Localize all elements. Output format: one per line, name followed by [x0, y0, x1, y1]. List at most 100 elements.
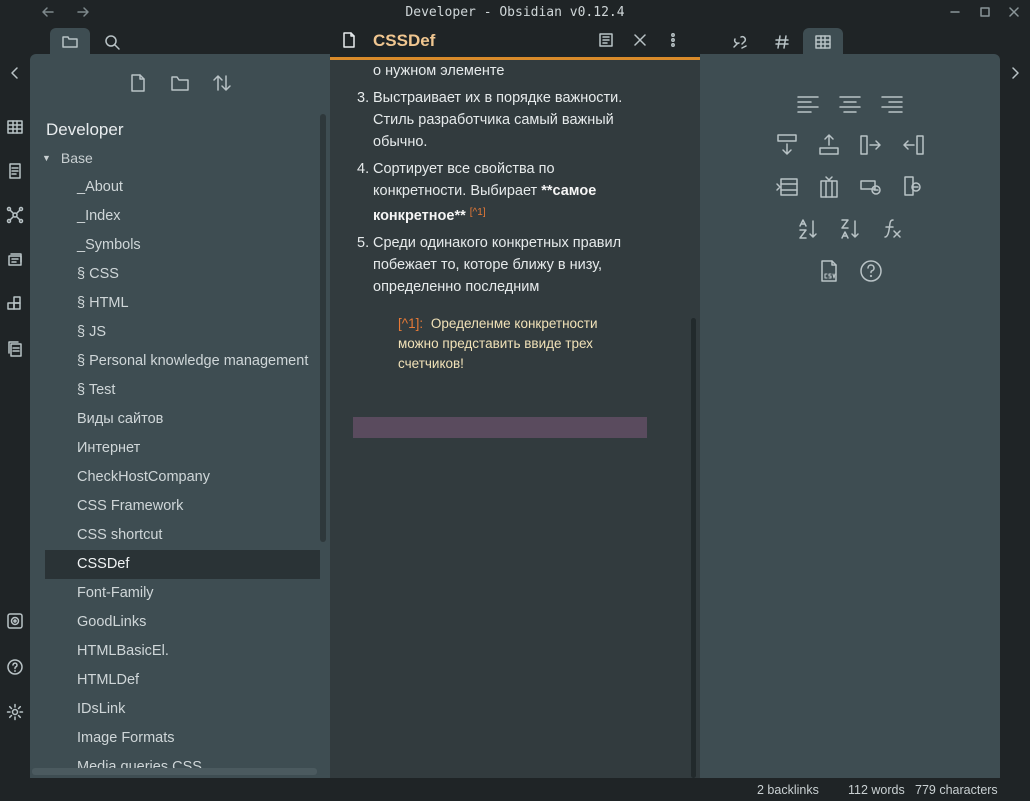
text-fragment: о нужном элементе: [373, 63, 505, 79]
new-folder-icon[interactable]: [169, 72, 191, 94]
file-list: _About _Index _Symbols § CSS § HTML § JS § Per…: [45, 173, 320, 778]
delete-column-icon[interactable]: [901, 175, 925, 199]
minimize-icon[interactable]: [947, 4, 963, 20]
collapse-right-icon[interactable]: [1006, 64, 1024, 82]
folder-base[interactable]: ▼ Base: [42, 150, 93, 166]
file-item[interactable]: Виды сайтов: [45, 405, 320, 434]
file-item[interactable]: HTMLDef: [45, 666, 320, 695]
tab-file-explorer[interactable]: [50, 28, 90, 56]
insert-column-left-icon[interactable]: [901, 133, 925, 157]
file-item[interactable]: Image Formats: [45, 724, 320, 753]
tab-backlinks[interactable]: [720, 28, 760, 56]
list-text: Среди одинакого конкретных правил побежа…: [373, 235, 622, 295]
table-icon[interactable]: [6, 118, 24, 136]
list-item: 3. Выстраивает их в порядке важности. Ст…: [353, 87, 638, 153]
sort-icon[interactable]: [211, 72, 233, 94]
explorer-horizontal-scrollbar[interactable]: [32, 768, 317, 775]
file-item[interactable]: IDsLink: [45, 695, 320, 724]
file-item[interactable]: § Test: [45, 376, 320, 405]
file-item[interactable]: § Personal knowledge management: [45, 347, 320, 376]
formula-icon[interactable]: [880, 217, 904, 241]
note-content[interactable]: о нужном элементе 3. Выстраивает их в по…: [353, 60, 638, 303]
file-item[interactable]: § JS: [45, 318, 320, 347]
file-item[interactable]: § HTML: [45, 289, 320, 318]
right-sidebar-tabs: [700, 24, 1000, 56]
vault-icon[interactable]: [6, 612, 24, 630]
delete-row-icon[interactable]: [859, 175, 883, 199]
file-explorer: Developer ▼ Base _About _Index _Symbols § CS…: [30, 54, 330, 778]
table-tools-pane: [700, 54, 1000, 778]
right-ribbon: [1000, 24, 1030, 801]
status-bar: 2 backlinks 112 words 779 characters: [0, 778, 1030, 801]
sort-descending-icon[interactable]: [838, 217, 862, 241]
list-item: 5. Среди одинакого конкретных правил поб…: [353, 232, 638, 298]
window-title: Developer - Obsidian v0.12.4: [405, 5, 625, 20]
footnote: [^1]: Оределенме конкретности можно пред…: [398, 314, 628, 374]
file-item[interactable]: Font-Family: [45, 579, 320, 608]
word-count: 112 words: [848, 783, 905, 797]
note-title[interactable]: CSSDef: [373, 31, 435, 51]
close-window-icon[interactable]: [1006, 4, 1022, 20]
folder-label: Base: [60, 150, 93, 166]
hash-icon: [775, 35, 789, 49]
table-help-icon[interactable]: [859, 259, 883, 283]
move-column-icon[interactable]: [817, 175, 841, 199]
more-options-icon[interactable]: [665, 32, 681, 48]
explorer-scrollbar[interactable]: [320, 114, 326, 542]
footnote-text: Оределенме конкретности можно представит…: [398, 316, 598, 371]
title-bar: Developer - Obsidian v0.12.4: [0, 0, 1030, 24]
tab-search[interactable]: [92, 28, 132, 56]
move-row-icon[interactable]: [775, 175, 799, 199]
file-item[interactable]: HTMLBasicEl.: [45, 637, 320, 666]
left-sidebar-tabs: [30, 24, 330, 56]
settings-gear-icon[interactable]: [6, 703, 24, 721]
left-ribbon: [0, 24, 30, 801]
file-item[interactable]: § CSS: [45, 260, 320, 289]
align-left-icon[interactable]: [796, 91, 820, 115]
file-item[interactable]: CSSDef: [45, 550, 320, 579]
file-item[interactable]: _Index: [45, 202, 320, 231]
file-item[interactable]: CSS shortcut: [45, 521, 320, 550]
tab-table[interactable]: [803, 28, 843, 56]
vault-name: Developer: [46, 120, 124, 139]
maximize-icon[interactable]: [977, 4, 993, 20]
export-csv-icon[interactable]: [817, 259, 841, 283]
close-pane-icon[interactable]: [632, 32, 648, 48]
insert-row-below-icon[interactable]: [775, 133, 799, 157]
editor-scrollbar[interactable]: [691, 318, 696, 778]
copy-document-icon[interactable]: [6, 340, 24, 358]
slides-icon[interactable]: [6, 251, 24, 269]
backlinks-count[interactable]: 2 backlinks: [757, 783, 819, 797]
align-right-icon[interactable]: [880, 91, 904, 115]
highlighted-block: [353, 417, 647, 438]
file-item[interactable]: _Symbols: [45, 231, 320, 260]
align-center-icon[interactable]: [838, 91, 862, 115]
file-item[interactable]: GoodLinks: [45, 608, 320, 637]
insert-row-above-icon[interactable]: [817, 133, 841, 157]
collapse-triangle-icon: ▼: [42, 153, 51, 163]
graph-view-icon[interactable]: [6, 206, 24, 224]
list-number: 4.: [357, 161, 370, 177]
reading-mode-icon[interactable]: [598, 32, 614, 48]
tab-tags[interactable]: [762, 28, 802, 56]
character-count: 779 characters: [915, 783, 998, 797]
list-number: 3.: [357, 90, 370, 106]
collapse-left-icon[interactable]: [6, 64, 24, 82]
footnote-reference[interactable]: [^1]: [470, 207, 486, 218]
file-item[interactable]: CheckHostCompany: [45, 463, 320, 492]
editor-pane[interactable]: о нужном элементе 3. Выстраивает их в по…: [330, 60, 700, 778]
sort-ascending-icon[interactable]: [796, 217, 820, 241]
list-text: Выстраивает их в порядке важности. Стиль…: [373, 90, 623, 150]
file-icon: [340, 31, 358, 49]
help-icon[interactable]: [6, 658, 24, 676]
new-note-icon[interactable]: [127, 72, 149, 94]
file-item[interactable]: CSS Framework: [45, 492, 320, 521]
footnote-label: [^1]:: [398, 316, 424, 331]
list-item: 4. Сортирует все свойства по конкретност…: [353, 158, 638, 227]
open-switcher-icon[interactable]: [6, 162, 24, 180]
insert-column-right-icon[interactable]: [859, 133, 883, 157]
file-item[interactable]: Интернет: [45, 434, 320, 463]
folder-icon: [62, 36, 78, 48]
file-item[interactable]: _About: [45, 173, 320, 202]
blocks-icon[interactable]: [6, 295, 24, 313]
